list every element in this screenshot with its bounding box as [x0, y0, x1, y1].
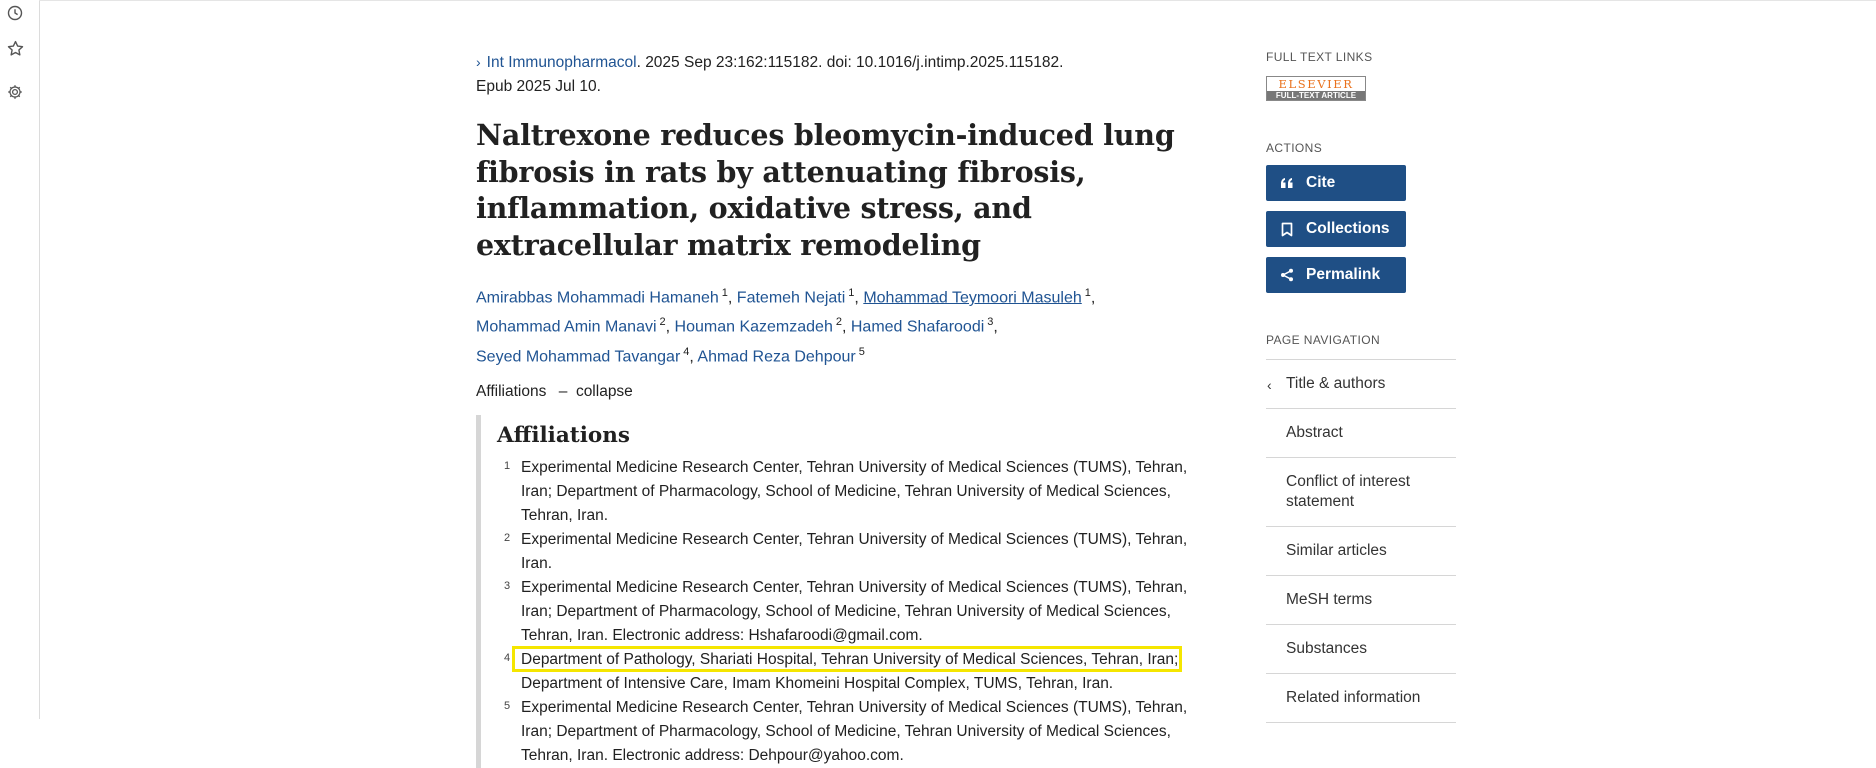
- actions-heading: ACTIONS: [1266, 141, 1323, 155]
- collections-button[interactable]: Collections: [1266, 211, 1406, 247]
- nav-item-label: Abstract: [1286, 424, 1343, 441]
- quote-icon: [1278, 174, 1296, 192]
- affiliation-text: Iran; Department of Pharmacology, School…: [521, 722, 1171, 740]
- chevron-left-icon: ‹: [1267, 377, 1272, 393]
- affiliations-heading: Affiliations: [497, 422, 630, 448]
- affiliation-number: 1: [504, 459, 511, 472]
- permalink-button[interactable]: Permalink: [1266, 257, 1406, 293]
- affiliation-text: Experimental Medicine Research Center, T…: [521, 530, 1188, 548]
- citation: › Int Immunopharmacol. 2025 Sep 23:162:11…: [476, 50, 1196, 99]
- affiliation-list: 1 Experimental Medicine Research Center, …: [497, 456, 1196, 768]
- elsevier-full-text-link[interactable]: ELSEVIER FULL-TEXT ARTICLE: [1266, 76, 1366, 101]
- chevron-right-icon: ›: [476, 54, 481, 70]
- affiliation-text: Iran; Department of Pharmacology, School…: [521, 602, 1171, 620]
- affiliation-number: 5: [504, 699, 511, 712]
- affiliation-text: Iran.: [521, 554, 553, 572]
- affiliations-panel: Affiliations 1 Experimental Medicine Rese…: [476, 414, 1196, 768]
- affiliation-text: Experimental Medicine Research Center, T…: [521, 698, 1188, 716]
- nav-item-label: Substances: [1286, 640, 1367, 657]
- journal-link[interactable]: Int Immunopharmacol: [487, 54, 637, 71]
- article-title: Naltrexone reduces bleomycin-induced lun…: [476, 118, 1175, 262]
- nav-item-label: Related information: [1286, 689, 1421, 706]
- page-navigation-heading: PAGE NAVIGATION: [1266, 333, 1381, 347]
- right-sidebar: FULL TEXT LINKS ELSEVIER FULL-TEXT ARTIC…: [1266, 50, 1456, 723]
- bookmark-icon: [1278, 220, 1296, 238]
- affiliation-ref[interactable]: 1: [722, 287, 728, 299]
- affiliation-item: 3 Experimental Medicine Research Center, …: [497, 576, 1196, 648]
- gear-icon[interactable]: [6, 83, 24, 101]
- affiliation-ref[interactable]: 5: [859, 346, 865, 358]
- affiliations-label: Affiliations: [476, 382, 547, 400]
- full-text-links-heading: FULL TEXT LINKS: [1266, 50, 1373, 64]
- affiliation-item: 5 Experimental Medicine Research Center, …: [497, 696, 1196, 768]
- affiliation-item: 4 Department of Pathology, Shariati Hospi…: [497, 645, 1196, 696]
- nav-item[interactable]: Similar articles: [1266, 527, 1456, 576]
- author-link[interactable]: Mohammad Teymoori Masuleh: [863, 289, 1081, 306]
- star-icon[interactable]: [6, 39, 24, 57]
- nav-item[interactable]: Substances: [1266, 625, 1456, 674]
- citation-details: . 2025 Sep 23:162:115182. doi: 10.1016/j…: [636, 54, 1064, 71]
- affiliation-text: Tehran, Iran. Electronic address: Hshafa…: [521, 626, 923, 644]
- article-main: › Int Immunopharmacol. 2025 Sep 23:162:11…: [476, 50, 1196, 768]
- affiliation-text: Iran; Department of Pharmacology, School…: [521, 482, 1171, 500]
- full-text-article-label: FULL-TEXT ARTICLE: [1267, 91, 1365, 100]
- nav-item-label: Similar articles: [1286, 542, 1387, 559]
- epub-date: Epub 2025 Jul 10.: [476, 78, 601, 95]
- author-link[interactable]: Fatemeh Nejati: [737, 289, 846, 306]
- affiliation-text: Tehran, Iran. Electronic address: Dehpou…: [521, 746, 904, 764]
- top-divider: [39, 0, 1876, 1]
- affiliation-item: 2 Experimental Medicine Research Center, …: [497, 528, 1196, 576]
- affiliation-ref[interactable]: 3: [987, 316, 993, 328]
- affiliation-item: 1 Experimental Medicine Research Center, …: [497, 456, 1196, 528]
- affiliation-text: Tehran, Iran.: [521, 506, 609, 524]
- elsevier-logo-text: ELSEVIER: [1278, 77, 1354, 91]
- page-navigation-list: ‹ Title & authors Abstract Conflict of inte…: [1266, 359, 1456, 723]
- affiliation-text: Experimental Medicine Research Center, T…: [521, 458, 1188, 476]
- actions-section: ACTIONS Cite Collections Permalink: [1266, 141, 1456, 293]
- nav-item[interactable]: Conflict of interest statement: [1266, 458, 1456, 527]
- author-link[interactable]: Ahmad Reza Dehpour: [697, 348, 855, 365]
- affiliation-number: 4: [504, 651, 511, 664]
- author-link[interactable]: Houman Kazemzadeh: [675, 319, 833, 336]
- author-link[interactable]: Hamed Shafaroodi: [851, 319, 984, 336]
- affiliation-text: Department of Intensive Care, Imam Khome…: [521, 674, 1114, 692]
- nav-item-label: Title & authors: [1286, 375, 1386, 392]
- author-link[interactable]: Mohammad Amin Manavi: [476, 319, 657, 336]
- nav-item[interactable]: ‹ Title & authors: [1266, 360, 1456, 409]
- author-link[interactable]: Seyed Mohammad Tavangar: [476, 348, 680, 365]
- nav-item-label: MeSH terms: [1286, 591, 1373, 608]
- affiliation-ref[interactable]: 2: [660, 316, 666, 328]
- affiliation-number: 3: [504, 579, 511, 592]
- left-rail: [0, 0, 40, 719]
- share-icon: [1278, 266, 1296, 284]
- history-icon[interactable]: [6, 4, 24, 22]
- affiliation-number: 2: [504, 531, 511, 544]
- nav-item[interactable]: Abstract: [1266, 409, 1456, 458]
- affiliation-ref[interactable]: 4: [683, 346, 689, 358]
- nav-item[interactable]: MeSH terms: [1266, 576, 1456, 625]
- affiliation-ref[interactable]: 1: [848, 287, 854, 299]
- affiliation-text: Department of Pathology, Shariati Hospit…: [521, 650, 1179, 668]
- affiliation-ref[interactable]: 1: [1085, 287, 1091, 299]
- nav-item-label: Conflict of interest statement: [1286, 473, 1411, 510]
- collapse-affiliations-button[interactable]: – collapse: [559, 383, 633, 400]
- author-link[interactable]: Amirabbas Mohammadi Hamaneh: [476, 289, 719, 306]
- affiliation-text: Experimental Medicine Research Center, T…: [521, 578, 1188, 596]
- affiliations-toggle: Affiliations – collapse: [476, 383, 1196, 401]
- page-navigation: PAGE NAVIGATION ‹ Title & authors Abstract…: [1266, 333, 1456, 723]
- nav-item[interactable]: Related information: [1266, 674, 1456, 723]
- affiliation-ref[interactable]: 2: [836, 316, 842, 328]
- cite-button[interactable]: Cite: [1266, 165, 1406, 201]
- author-list: Amirabbas Mohammadi Hamaneh 1, Fatemeh Ne…: [476, 287, 1096, 365]
